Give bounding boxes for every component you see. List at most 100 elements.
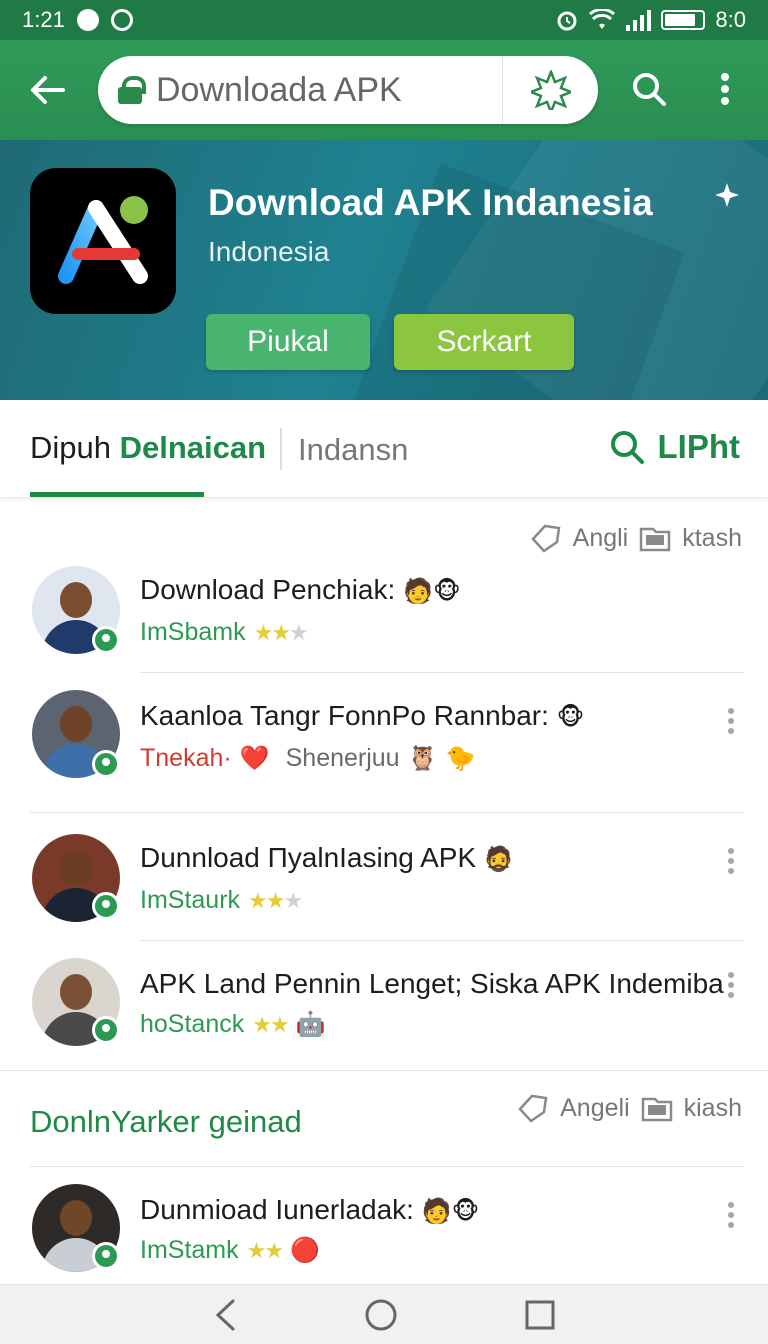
list-item[interactable]: Download Penchiak: 🧑🐵 ImSbamk ★★★	[0, 562, 768, 682]
character-icon: 🧔	[483, 846, 514, 873]
notification-icon	[76, 9, 99, 31]
item-meta: ImStamk ★★ 🔴	[140, 1236, 320, 1265]
rating-stars: ★★★	[253, 619, 309, 645]
item-title-text: APK Land Pennin Lenget; Siska APK Indemi…	[140, 968, 724, 999]
item-meta: ImStaurk ★★★	[140, 886, 303, 915]
app-logo-icon	[58, 196, 148, 284]
nav-recents-icon[interactable]	[525, 1300, 555, 1330]
filter-label[interactable]: Angli	[573, 524, 629, 553]
tab-active-prefix: Dipuh	[30, 430, 111, 465]
app-title: Download APK Indanesia	[208, 182, 653, 223]
divider	[30, 1166, 744, 1167]
filter-row: Angli ktash	[529, 518, 742, 558]
filter-action[interactable]: ktash	[682, 524, 742, 553]
lock-icon	[118, 76, 146, 104]
monkey-icon: 🐵	[432, 578, 461, 605]
divider	[0, 1070, 768, 1071]
search-button[interactable]	[614, 54, 684, 124]
item-author: ImStaurk	[140, 886, 241, 914]
tab-search-action[interactable]: LIPht	[608, 428, 740, 466]
filter-row: Angeli kiash	[516, 1088, 742, 1128]
search-icon	[633, 73, 666, 106]
tab-active[interactable]: Dipuh Delnaican	[30, 430, 266, 466]
character-icon: 🧑	[403, 578, 433, 605]
search-icon	[610, 431, 644, 464]
item-meta: hoStanck ★★ 🤖	[140, 1010, 326, 1039]
item-author: ImStamk	[140, 1236, 239, 1264]
tag-icon	[518, 1094, 548, 1123]
filter-action[interactable]: kiash	[684, 1094, 742, 1123]
rating-stars: ★★	[252, 1011, 289, 1037]
item-title-text: Dunnload ПyalnIasing APK	[140, 842, 477, 873]
secondary-action-button[interactable]: Scrkart	[394, 314, 574, 370]
wifi-icon	[589, 9, 616, 29]
tab-active-highlight: Delnaican	[119, 430, 267, 465]
status-time: 1:21	[22, 7, 65, 32]
status-bar: 1:21 8:0	[0, 0, 768, 40]
online-badge	[92, 626, 120, 654]
star-burst-icon	[530, 70, 571, 110]
owl-icon: 🦉	[407, 745, 438, 772]
url-bar[interactable]: Downloada APK	[98, 56, 598, 124]
primary-action-button[interactable]: Piukal	[206, 314, 370, 370]
item-more-button[interactable]	[724, 1198, 738, 1238]
overflow-menu-button[interactable]	[690, 54, 760, 124]
folder-icon	[639, 527, 671, 552]
app-header-banner: Download APK Indanesia Indonesia Piukal …	[0, 140, 768, 400]
item-title: Dunmioad Iunerladak: 🧑🐵	[140, 1194, 479, 1226]
rating-stars: ★★★	[248, 887, 303, 913]
item-title-text: Dunmioad Iunerladak:	[140, 1194, 414, 1225]
extension-button[interactable]	[502, 56, 598, 124]
tab-second[interactable]: Indansn	[298, 432, 408, 468]
section-title: DonlnYarker geinad	[30, 1104, 302, 1139]
item-author: ImSbamk	[140, 618, 246, 646]
divider	[140, 672, 744, 673]
app-icon	[30, 168, 176, 314]
monkey-icon: 🐵	[556, 704, 585, 731]
online-badge	[92, 1242, 120, 1270]
battery-text: 8:0	[715, 7, 746, 32]
item-more-button[interactable]	[724, 704, 738, 744]
item-author: hoStanck	[140, 1010, 245, 1038]
list-item[interactable]: Dunmioad Iunerladak: 🧑🐵 ImStamk ★★ 🔴	[0, 1180, 768, 1300]
back-button[interactable]	[12, 55, 82, 125]
item-meta: Tnekah· ❤️ Shenerjuu 🦉 🐤	[140, 744, 475, 773]
nav-home-icon[interactable]	[364, 1298, 398, 1332]
back-arrow-icon	[31, 76, 65, 104]
rating-stars: ★★	[246, 1237, 284, 1263]
item-meta: ImSbamk ★★★	[140, 618, 309, 647]
heart-icon: ❤️	[239, 745, 270, 772]
battery-icon	[661, 10, 706, 30]
signal-icon	[626, 10, 652, 31]
list-item[interactable]: APK Land Pennin Lenget; Siska APK Indemi…	[0, 954, 768, 1074]
alarm-icon	[557, 11, 577, 31]
item-title-text: Kaanloa Tangr FonnPo Rannbar:	[140, 700, 549, 731]
tag-icon	[530, 524, 561, 553]
nav-back-icon[interactable]	[213, 1298, 237, 1332]
sync-icon	[110, 9, 133, 31]
item-title: Dunnload ПyalnIasing APK 🧔	[140, 842, 514, 874]
tab-right-label: LIPht	[657, 428, 740, 465]
character-icon: 🧑	[421, 1198, 452, 1225]
tab-bar: Dipuh Delnaican Indansn LIPht	[0, 400, 768, 498]
sparkle-icon[interactable]	[714, 182, 740, 208]
url-text[interactable]: Downloada APK	[156, 71, 402, 110]
chick-icon: 🐤	[445, 745, 476, 772]
robot-icon: 🤖	[295, 1011, 326, 1038]
divider	[140, 940, 744, 941]
list-item[interactable]: Dunnload ПyalnIasing APK 🧔 ImStaurk ★★★	[0, 830, 768, 950]
filter-label[interactable]: Angeli	[560, 1094, 630, 1123]
item-more-button[interactable]	[724, 844, 738, 884]
online-badge	[92, 750, 120, 778]
online-badge	[92, 1016, 120, 1044]
item-more-button[interactable]	[724, 968, 738, 1008]
app-subtitle: Indonesia	[208, 236, 330, 267]
more-vert-icon	[721, 73, 729, 105]
item-title-text: Download Penchiak:	[140, 574, 396, 605]
badge-icon: 🔴	[290, 1237, 320, 1264]
list-item[interactable]: Kaanloa Tangr FonnPo Rannbar: 🐵 Tnekah· …	[0, 686, 768, 806]
item-title: Download Penchiak: 🧑🐵	[140, 574, 461, 606]
divider	[30, 812, 744, 813]
tab-divider	[280, 428, 282, 470]
folder-icon	[641, 1097, 672, 1122]
